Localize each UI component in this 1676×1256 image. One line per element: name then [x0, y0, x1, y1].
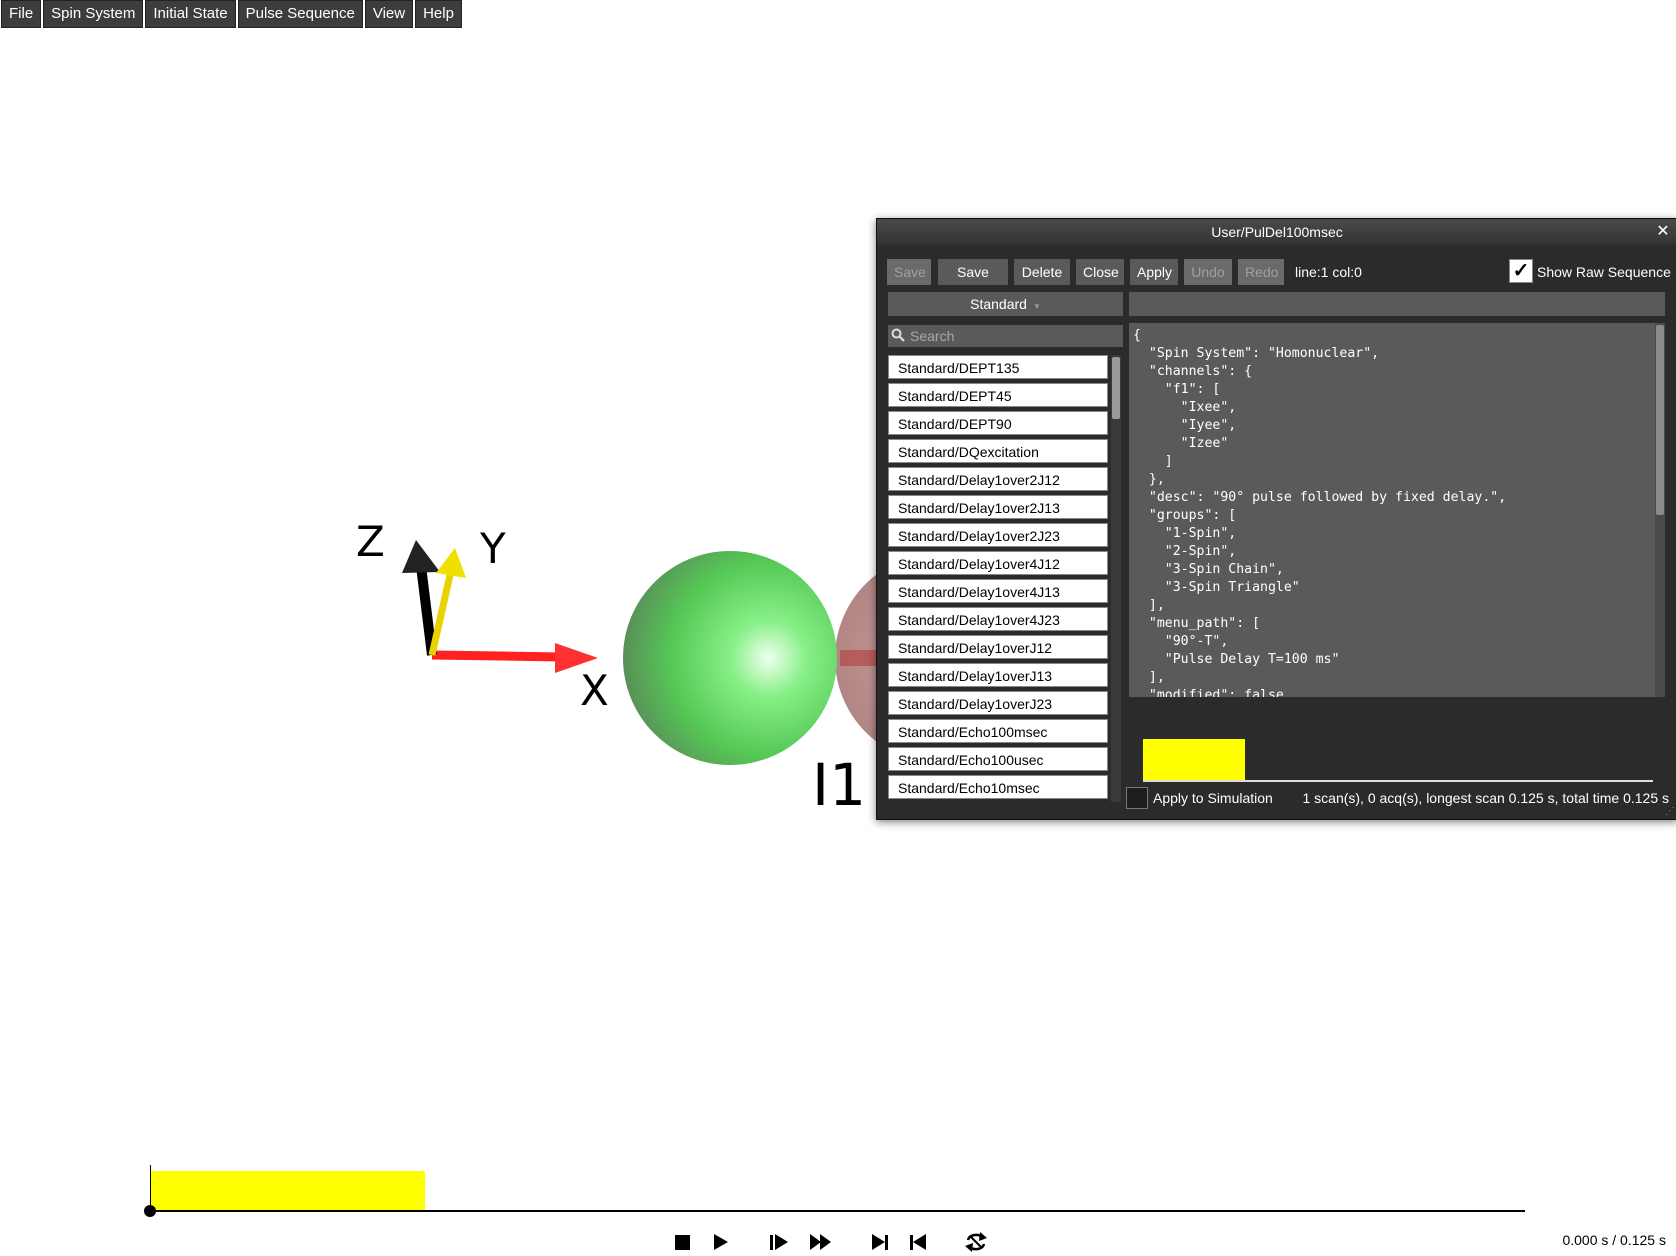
undo-button[interactable]: Undo: [1184, 259, 1232, 285]
play-icon[interactable]: [706, 1228, 734, 1256]
close-icon[interactable]: ✕: [1655, 219, 1671, 245]
sequence-list-item[interactable]: Standard/Delay1overJ12: [888, 635, 1108, 659]
step-forward-icon[interactable]: [764, 1228, 792, 1256]
search-field[interactable]: [888, 325, 1123, 347]
sequence-list-item[interactable]: Standard/Echo100msec: [888, 719, 1108, 743]
resize-grip-icon[interactable]: ⋰: [1665, 807, 1675, 817]
playback-time-readout: 0.000 s / 0.125 s: [1562, 1232, 1666, 1248]
fast-forward-icon[interactable]: [806, 1228, 834, 1256]
sequence-list-item[interactable]: Standard/DQexcitation: [888, 439, 1108, 463]
dialog-titlebar[interactable]: User/PulDel100msec ✕: [877, 219, 1676, 245]
sequence-list-item[interactable]: Standard/Echo10msec: [888, 775, 1108, 799]
sequence-list-item[interactable]: Standard/Echo100usec: [888, 747, 1108, 771]
menu-initial-state[interactable]: Initial State: [145, 0, 236, 28]
scrollbar-thumb[interactable]: [1656, 325, 1664, 515]
menu-file[interactable]: File: [1, 0, 42, 28]
skip-to-start-icon[interactable]: [904, 1228, 932, 1256]
stop-icon[interactable]: [668, 1228, 696, 1256]
checkmark-icon: ✓: [1512, 260, 1530, 282]
sequence-list-item[interactable]: Standard/Delay1over2J13: [888, 495, 1108, 519]
sequence-preview-axis: [1143, 780, 1653, 782]
sequence-list-scrollbar[interactable]: [1111, 355, 1121, 802]
chevron-down-icon: ▼: [1032, 302, 1041, 311]
search-input[interactable]: [908, 327, 1123, 345]
loop-icon[interactable]: [962, 1228, 990, 1256]
sequence-list-item[interactable]: Standard/DEPT90: [888, 411, 1108, 435]
sequence-json-editor[interactable]: { "Spin System": "Homonuclear", "channel…: [1129, 323, 1665, 697]
close-button[interactable]: Close: [1076, 259, 1124, 285]
show-raw-sequence-label[interactable]: Show Raw Sequence: [1537, 259, 1671, 285]
axis-label-z: Z: [356, 517, 385, 566]
dialog-title: User/PulDel100msec: [1211, 224, 1343, 240]
sequence-list-item[interactable]: Standard/Delay1overJ13: [888, 663, 1108, 687]
scrollbar-thumb[interactable]: [1112, 357, 1120, 419]
pulse-sequence-editor-dialog: User/PulDel100msec ✕ Save Save as.. Dele…: [876, 218, 1676, 820]
menu-spin-system[interactable]: Spin System: [43, 0, 144, 28]
menu-pulse-sequence[interactable]: Pulse Sequence: [237, 0, 363, 28]
sequence-list-item[interactable]: Standard/Delay1over4J13: [888, 579, 1108, 603]
save-button[interactable]: Save: [887, 259, 931, 285]
sequence-list-item[interactable]: Standard/Delay1over4J23: [888, 607, 1108, 631]
sequence-list[interactable]: Standard/DEPT135 Standard/DEPT45 Standard/…: [888, 355, 1108, 802]
skip-to-end-icon[interactable]: [866, 1228, 894, 1256]
delete-button[interactable]: Delete: [1014, 259, 1070, 285]
sequence-list-item[interactable]: Standard/Delay1over2J12: [888, 467, 1108, 491]
playhead-handle[interactable]: [144, 1205, 156, 1217]
save-as-button[interactable]: Save as..: [938, 259, 1008, 306]
axis-label-x: X: [580, 666, 609, 715]
apply-to-simulation-checkbox[interactable]: [1126, 787, 1148, 809]
axis-label-y: Y: [479, 524, 506, 573]
sequence-summary: 1 scan(s), 0 acq(s), longest scan 0.125 …: [1302, 790, 1669, 806]
category-value: Standard: [970, 296, 1027, 312]
description-field[interactable]: [1129, 292, 1665, 316]
show-raw-sequence-checkbox[interactable]: ✓: [1509, 259, 1533, 283]
timeline-axis[interactable]: [150, 1210, 1525, 1212]
sequence-list-item[interactable]: Standard/Delay1overJ23: [888, 691, 1108, 715]
menu-bar: File Spin System Initial State Pulse Seq…: [0, 0, 462, 29]
category-dropdown[interactable]: Standard ▼: [888, 292, 1123, 316]
sequence-list-item[interactable]: Standard/Delay1over4J12: [888, 551, 1108, 575]
sequence-preview-pulse: [1143, 739, 1245, 780]
sequence-list-item[interactable]: Standard/Delay1over2J23: [888, 523, 1108, 547]
search-icon: [888, 328, 908, 345]
menu-help[interactable]: Help: [415, 0, 462, 28]
apply-button[interactable]: Apply: [1130, 259, 1178, 285]
editor-text[interactable]: { "Spin System": "Homonuclear", "channel…: [1129, 323, 1665, 697]
redo-button[interactable]: Redo: [1238, 259, 1284, 285]
spin-label: I1: [812, 751, 866, 819]
editor-scrollbar[interactable]: [1655, 323, 1665, 697]
sequence-list-item[interactable]: Standard/DEPT135: [888, 355, 1108, 379]
spin-sphere-1[interactable]: [623, 551, 837, 765]
apply-to-simulation-label[interactable]: Apply to Simulation: [1153, 785, 1273, 811]
menu-view[interactable]: View: [364, 0, 414, 28]
timeline-pulse-block[interactable]: [150, 1171, 425, 1211]
sequence-list-item[interactable]: Standard/DEPT45: [888, 383, 1108, 407]
cursor-position: line:1 col:0: [1295, 264, 1362, 280]
